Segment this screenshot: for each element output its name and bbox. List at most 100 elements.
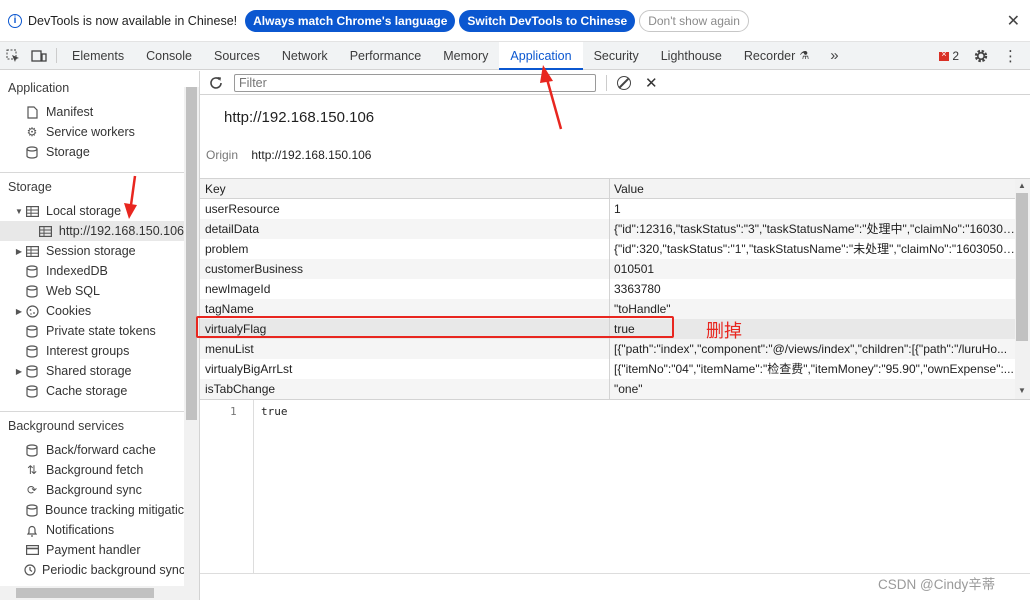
row-key: menuList xyxy=(200,339,610,359)
sidebar-item-label: Cookies xyxy=(46,304,92,318)
origin-row: Origin http://192.168.150.106 xyxy=(206,148,371,162)
sidebar-item-label: Private state tokens xyxy=(46,324,156,338)
tab-application[interactable]: Application xyxy=(499,42,583,70)
sidebar-item-back-forward-cache[interactable]: Back/forward cache xyxy=(0,440,184,460)
more-tabs-icon[interactable]: » xyxy=(820,42,848,69)
sidebar-item-interest-groups[interactable]: Interest groups xyxy=(0,341,184,361)
sidebar-item-payment-handler[interactable]: Payment handler xyxy=(0,540,184,560)
more-options-icon[interactable]: ⋮ xyxy=(1003,49,1018,64)
filter-input[interactable] xyxy=(234,73,596,92)
collapsed-arrow-icon[interactable]: ▶ xyxy=(14,307,24,316)
switch-chinese-button[interactable]: Switch DevTools to Chinese xyxy=(459,9,636,32)
table-row[interactable]: problem {"id":320,"taskStatus":"1","taskS… xyxy=(200,239,1015,259)
sidebar-horizontal-thumb[interactable] xyxy=(16,588,154,598)
sidebar-item-label: Periodic background sync xyxy=(42,563,184,577)
database-icon xyxy=(24,364,40,378)
tab-performance[interactable]: Performance xyxy=(339,42,433,69)
tab-recorder-label: Recorder xyxy=(743,48,796,63)
table-row[interactable]: isTabChange "one" xyxy=(200,379,1015,399)
annotation-text: 删掉 xyxy=(706,321,742,342)
sidebar-item-background-fetch[interactable]: ⇅ Background fetch xyxy=(0,460,184,480)
sidebar-item-label: Web SQL xyxy=(46,284,100,298)
tab-elements[interactable]: Elements xyxy=(61,42,135,69)
table-row[interactable]: customerBusiness 010501 xyxy=(200,259,1015,279)
application-sidebar: Application Manifest ⚙ Service workers S… xyxy=(0,71,184,600)
cookie-icon xyxy=(24,304,40,318)
origin-value: http://192.168.150.106 xyxy=(251,148,372,162)
tab-security[interactable]: Security xyxy=(583,42,650,69)
tab-recorder[interactable]: Recorder ⚗ xyxy=(733,42,820,69)
language-infobar: i DevTools is now available in Chinese! … xyxy=(0,0,1030,42)
sidebar-scroll-thumb[interactable] xyxy=(186,87,197,420)
sidebar-divider xyxy=(0,411,184,412)
tab-lighthouse[interactable]: Lighthouse xyxy=(650,42,733,69)
inspect-element-icon[interactable] xyxy=(0,42,26,69)
sidebar-item-label: Service workers xyxy=(46,125,135,139)
database-icon xyxy=(24,443,40,457)
sidebar-item-cookies[interactable]: ▶ Cookies xyxy=(0,301,184,321)
table-row[interactable]: virtualyBigArrLst [{"itemNo":"04","itemNa… xyxy=(200,359,1015,379)
row-value: {"id":320,"taskStatus":"1","taskStatusNa… xyxy=(614,242,1015,256)
sidebar-item-shared-storage[interactable]: ▶ Shared storage xyxy=(0,361,184,381)
sidebar-item-notifications[interactable]: Notifications xyxy=(0,520,184,540)
collapsed-arrow-icon[interactable]: ▶ xyxy=(14,247,24,256)
collapsed-arrow-icon[interactable]: ▶ xyxy=(14,367,24,376)
table-row[interactable]: newImageId 3363780 xyxy=(200,279,1015,299)
sidebar-item-session-storage[interactable]: ▶ Session storage xyxy=(0,241,184,261)
column-header-value[interactable]: Value xyxy=(610,179,1015,198)
row-value: {"id":12316,"taskStatus":"3","taskStatus… xyxy=(614,222,1015,236)
sidebar-item-label: Cache storage xyxy=(46,384,128,398)
dont-show-again-button[interactable]: Don't show again xyxy=(639,9,749,32)
gear-icon[interactable] xyxy=(973,48,989,64)
sidebar-item-local-origin[interactable]: http://192.168.150.106 xyxy=(0,221,184,241)
sidebar-item-label: http://192.168.150.106 xyxy=(58,224,184,238)
origin-label: Origin xyxy=(206,148,239,162)
tab-memory[interactable]: Memory xyxy=(432,42,499,69)
scroll-down-arrow-icon[interactable]: ▼ xyxy=(1018,386,1026,395)
sidebar-item-indexeddb[interactable]: IndexedDB xyxy=(0,261,184,281)
sidebar-item-label: Shared storage xyxy=(46,364,132,378)
sidebar-item-private-state-tokens[interactable]: Private state tokens xyxy=(0,321,184,341)
table-icon xyxy=(24,204,40,218)
sidebar-item-label: Notifications xyxy=(46,523,115,537)
tab-sources[interactable]: Sources xyxy=(203,42,271,69)
sidebar-item-storage[interactable]: Storage xyxy=(0,142,184,162)
refresh-icon[interactable] xyxy=(208,75,224,91)
column-header-key[interactable]: Key xyxy=(200,179,610,198)
device-toolbar-icon[interactable] xyxy=(26,42,52,69)
error-icon xyxy=(939,49,950,61)
table-row[interactable]: userResource 1 xyxy=(200,199,1015,219)
close-icon[interactable]: ✕ xyxy=(1007,11,1020,31)
value-preview-pane: 1 true xyxy=(200,400,1030,574)
sidebar-item-background-sync[interactable]: ⟳ Background sync xyxy=(0,480,184,500)
sidebar-item-local-storage[interactable]: ▼ Local storage xyxy=(0,201,184,221)
tab-network[interactable]: Network xyxy=(271,42,339,69)
sidebar-item-bounce-tracking[interactable]: Bounce tracking mitigatic xyxy=(0,500,184,520)
table-row[interactable]: detailData {"id":12316,"taskStatus":"3","… xyxy=(200,219,1015,239)
scroll-up-arrow-icon[interactable]: ▲ xyxy=(1018,181,1026,190)
tab-separator xyxy=(56,48,57,63)
sidebar-header-application: Application xyxy=(8,81,70,95)
preview-code[interactable]: true xyxy=(261,405,288,418)
sidebar-item-periodic-background-sync[interactable]: Periodic background sync xyxy=(0,560,184,580)
tab-console[interactable]: Console xyxy=(135,42,203,69)
bell-icon xyxy=(24,523,40,537)
clear-all-icon[interactable] xyxy=(617,75,631,90)
delete-selected-icon[interactable]: ✕ xyxy=(645,74,658,92)
match-language-button[interactable]: Always match Chrome's language xyxy=(245,9,456,32)
sidebar-item-manifest[interactable]: Manifest xyxy=(0,102,184,122)
row-key: problem xyxy=(200,239,610,259)
sync-icon: ⟳ xyxy=(26,483,38,497)
sidebar-item-cache-storage[interactable]: Cache storage xyxy=(0,381,184,401)
info-icon: i xyxy=(8,13,22,28)
sidebar-item-label: Background sync xyxy=(46,483,142,497)
sidebar-item-service-workers[interactable]: ⚙ Service workers xyxy=(0,122,184,142)
error-badge[interactable]: 2 xyxy=(939,49,959,63)
database-icon xyxy=(24,284,40,298)
table-scroll-thumb[interactable] xyxy=(1016,193,1028,341)
row-key: newImageId xyxy=(200,279,610,299)
row-value: 1 xyxy=(614,202,621,216)
expanded-arrow-icon[interactable]: ▼ xyxy=(14,207,24,216)
sidebar-item-web-sql[interactable]: Web SQL xyxy=(0,281,184,301)
table-row[interactable]: menuList [{"path":"index","component":"@/… xyxy=(200,339,1015,359)
